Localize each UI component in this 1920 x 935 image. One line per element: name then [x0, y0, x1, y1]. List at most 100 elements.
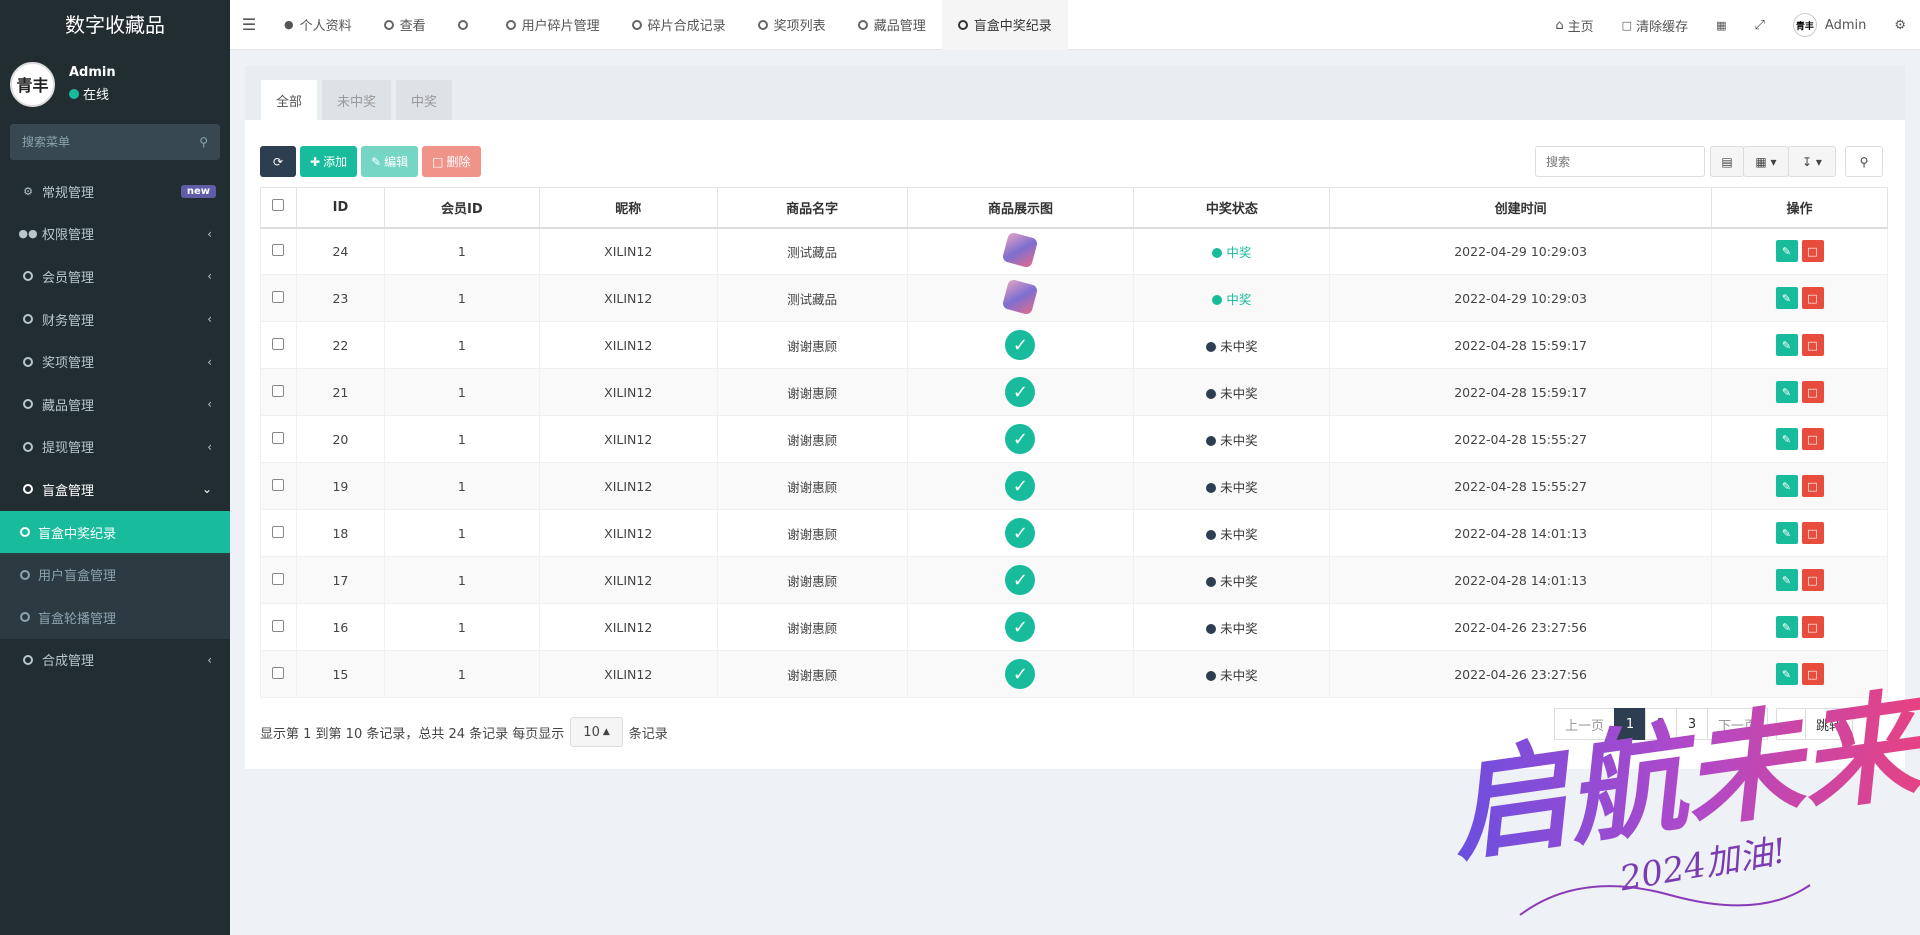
sidebar-item-blindbox[interactable]: 盲盒管理 ⌄ — [0, 468, 230, 511]
table-row[interactable]: 24 1 XILIN12 测试藏品 中奖 2022-04-29 10:29:03 ✎ □ — [260, 227, 1888, 275]
row-checkbox[interactable] — [272, 337, 285, 350]
row-edit-button[interactable]: ✎ — [1775, 287, 1798, 309]
refresh-button[interactable]: ⟳ — [260, 146, 296, 177]
search-input[interactable] — [1535, 146, 1705, 177]
column-header[interactable]: 中奖状态 — [1133, 187, 1331, 229]
column-header[interactable]: 商品名字 — [716, 187, 908, 229]
column-header[interactable]: 昵称 — [538, 187, 718, 229]
sidebar-item-general[interactable]: ⚙ 常规管理 new — [0, 170, 230, 213]
row-delete-button[interactable]: □ — [1801, 381, 1824, 403]
check-circle-icon[interactable]: ✓ — [1005, 565, 1036, 595]
fullscreen-icon[interactable]: ⤢ — [1741, 0, 1779, 50]
row-checkbox[interactable] — [272, 572, 285, 585]
add-button[interactable]: ✚ 添加 — [300, 146, 358, 177]
table-row[interactable]: 22 1 XILIN12 谢谢惠顾 ✓ 未中奖 2022-04-28 15:59:17 ✎ □ — [260, 321, 1888, 369]
export-button[interactable]: ↧ ▾ — [1788, 146, 1836, 177]
page-size-select[interactable]: 10 ▲ — [570, 717, 623, 747]
product-image[interactable] — [1002, 231, 1039, 269]
check-circle-icon[interactable]: ✓ — [1005, 518, 1036, 548]
status-badge[interactable]: 未中奖 — [1206, 621, 1258, 636]
language-icon[interactable]: ▦ — [1702, 0, 1740, 50]
menu-search-input[interactable] — [22, 135, 182, 149]
sidebar-item-finance[interactable]: 财务管理 ‹ — [0, 298, 230, 341]
edit-button[interactable]: ✎ 编辑 — [361, 146, 419, 177]
delete-button[interactable]: □ 删除 — [422, 146, 481, 177]
row-checkbox[interactable] — [272, 619, 285, 632]
row-delete-button[interactable]: □ — [1801, 569, 1824, 591]
tab-all[interactable]: 全部 — [261, 80, 318, 120]
row-checkbox[interactable] — [272, 666, 285, 679]
tab-collection[interactable]: 藏品管理 — [842, 0, 942, 50]
tab-not-won[interactable]: 未中奖 — [322, 80, 392, 120]
settings-icon[interactable]: ⚙ — [1880, 0, 1920, 50]
status-badge[interactable]: 中奖 — [1212, 245, 1251, 260]
row-checkbox[interactable] — [272, 384, 285, 397]
status-badge[interactable]: 未中奖 — [1206, 668, 1258, 683]
column-header[interactable]: 商品展示图 — [906, 187, 1135, 229]
table-row[interactable]: 20 1 XILIN12 谢谢惠顾 ✓ 未中奖 2022-04-28 15:55:27 ✎ □ — [260, 415, 1888, 463]
toggle-view-button[interactable]: ▤ — [1710, 146, 1744, 177]
table-row[interactable]: 16 1 XILIN12 谢谢惠顾 ✓ 未中奖 2022-04-26 23:27:56 ✎ □ — [260, 603, 1888, 651]
columns-button[interactable]: ▦ ▾ — [1743, 146, 1789, 177]
row-delete-button[interactable]: □ — [1801, 616, 1824, 638]
advanced-search-button[interactable]: ⚲ — [1845, 146, 1883, 177]
table-row[interactable]: 18 1 XILIN12 谢谢惠顾 ✓ 未中奖 2022-04-28 14:01:13 ✎ □ — [260, 509, 1888, 557]
sidebar-item-permission[interactable]: ●● 权限管理 ‹ — [0, 213, 230, 256]
check-circle-icon[interactable]: ✓ — [1005, 659, 1036, 689]
row-edit-button[interactable]: ✎ — [1775, 334, 1798, 356]
row-edit-button[interactable]: ✎ — [1775, 381, 1798, 403]
status-badge[interactable]: 未中奖 — [1206, 433, 1258, 448]
row-delete-button[interactable]: □ — [1801, 522, 1824, 544]
column-header[interactable]: ID — [295, 187, 385, 229]
tab-won[interactable]: 中奖 — [396, 80, 453, 120]
row-delete-button[interactable]: □ — [1801, 334, 1824, 356]
table-row[interactable]: 19 1 XILIN12 谢谢惠顾 ✓ 未中奖 2022-04-28 15:55:27 ✎ □ — [260, 462, 1888, 510]
sidebar-item-user-blindbox[interactable]: 用户盲盒管理 — [0, 553, 230, 596]
sidebar-item-withdraw[interactable]: 提现管理 ‹ — [0, 426, 230, 469]
table-row[interactable]: 21 1 XILIN12 谢谢惠顾 ✓ 未中奖 2022-04-28 15:59:17 ✎ □ — [260, 368, 1888, 416]
table-row[interactable]: 17 1 XILIN12 谢谢惠顾 ✓ 未中奖 2022-04-28 14:01:13 ✎ □ — [260, 556, 1888, 604]
select-all-checkbox[interactable] — [272, 199, 285, 212]
app-title[interactable]: 数字收藏品 — [0, 0, 230, 50]
sidebar-item-blindbox-carousel[interactable]: 盲盒轮播管理 — [0, 596, 230, 639]
sidebar-item-prize[interactable]: 奖项管理 ‹ — [0, 340, 230, 383]
status-badge[interactable]: 未中奖 — [1206, 574, 1258, 589]
row-edit-button[interactable]: ✎ — [1775, 616, 1798, 638]
tab-user-fragments[interactable]: 用户碎片管理 — [490, 0, 616, 50]
row-edit-button[interactable]: ✎ — [1775, 475, 1798, 497]
sidebar-item-collection[interactable]: 藏品管理 ‹ — [0, 383, 230, 426]
clear-cache-button[interactable]: □ 清除缓存 — [1608, 0, 1702, 50]
row-delete-button[interactable]: □ — [1801, 428, 1824, 450]
status-badge[interactable]: 未中奖 — [1206, 480, 1258, 495]
column-header[interactable]: 会员ID — [383, 187, 540, 229]
tab-view[interactable]: 查看 — [368, 0, 442, 50]
home-link[interactable]: ⌂ 主页 — [1541, 0, 1607, 50]
row-edit-button[interactable]: ✎ — [1775, 428, 1798, 450]
status-badge[interactable]: 未中奖 — [1206, 339, 1258, 354]
row-delete-button[interactable]: □ — [1801, 475, 1824, 497]
row-checkbox[interactable] — [272, 290, 285, 303]
product-image[interactable] — [1002, 278, 1039, 315]
row-delete-button[interactable]: □ — [1801, 240, 1824, 263]
tab-prize-list[interactable]: 奖项列表 — [742, 0, 842, 50]
row-edit-button[interactable]: ✎ — [1775, 569, 1798, 591]
table-row[interactable]: 23 1 XILIN12 测试藏品 中奖 2022-04-29 10:29:03 ✎ □ — [260, 274, 1888, 322]
tab-blank[interactable] — [442, 0, 490, 50]
sidebar-item-blindbox-records[interactable]: 盲盒中奖纪录 — [0, 510, 230, 554]
row-edit-button[interactable]: ✎ — [1775, 240, 1798, 263]
status-badge[interactable]: 中奖 — [1212, 292, 1251, 307]
column-header[interactable]: 创建时间 — [1329, 187, 1712, 229]
check-circle-icon[interactable]: ✓ — [1005, 471, 1036, 501]
row-delete-button[interactable]: □ — [1801, 287, 1824, 309]
check-circle-icon[interactable]: ✓ — [1005, 330, 1036, 360]
status-badge[interactable]: 未中奖 — [1206, 527, 1258, 542]
check-circle-icon[interactable]: ✓ — [1005, 612, 1036, 642]
row-checkbox[interactable] — [272, 525, 285, 538]
row-checkbox[interactable] — [272, 243, 285, 256]
check-circle-icon[interactable]: ✓ — [1005, 424, 1036, 454]
sidebar-item-synthesis[interactable]: 合成管理 ‹ — [0, 639, 230, 682]
tab-profile[interactable]: ● 个人资料 — [268, 0, 368, 50]
user-menu[interactable]: 青丰 Admin — [1779, 0, 1880, 50]
row-checkbox[interactable] — [272, 478, 285, 491]
tab-fragment-synthesis[interactable]: 碎片合成记录 — [616, 0, 742, 50]
